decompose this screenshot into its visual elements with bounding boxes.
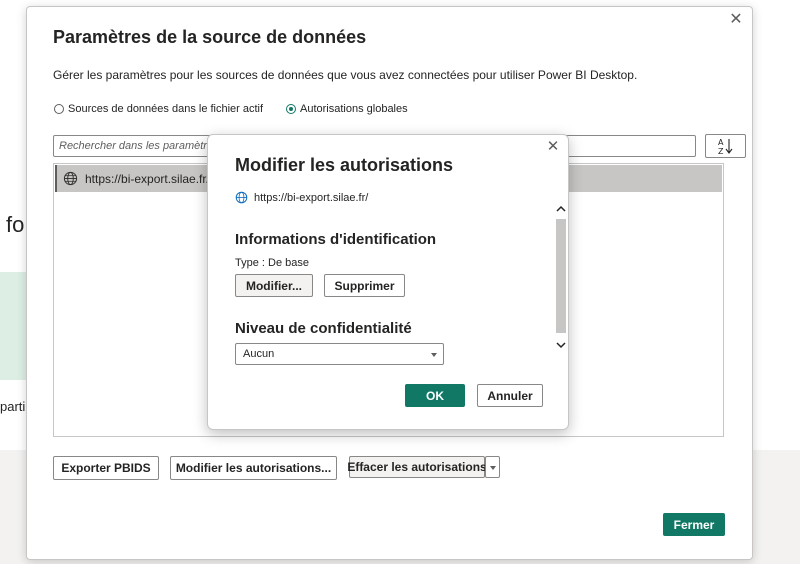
- scrollbar-thumb[interactable]: [556, 219, 566, 333]
- chevron-down-icon[interactable]: [555, 339, 567, 351]
- close-icon[interactable]: ✕: [727, 11, 745, 29]
- svg-text:Z: Z: [718, 147, 724, 156]
- radio-circle-selected-icon: [286, 104, 296, 114]
- edit-permissions-button[interactable]: Modifier les autorisations...: [170, 456, 337, 480]
- background-green-panel: [0, 272, 26, 380]
- modal-title: Modifier les autorisations: [235, 155, 454, 175]
- modal-url-text: https://bi-export.silae.fr/: [254, 191, 369, 204]
- chevron-down-icon: [431, 353, 437, 357]
- background-partial-text-2: parti: [0, 399, 26, 414]
- export-pbids-button[interactable]: Exporter PBIDS: [53, 456, 159, 480]
- radio-circle-icon: [54, 104, 64, 114]
- privacy-level-select[interactable]: Aucun: [235, 343, 444, 365]
- dialog-title: Paramètres de la source de données: [53, 27, 367, 47]
- dialog-description: Gérer les paramètres pour les sources de…: [53, 68, 638, 82]
- delete-credentials-button[interactable]: Supprimer: [324, 274, 405, 297]
- credential-type: Type : De base: [235, 257, 309, 269]
- radio-global-permissions[interactable]: Autorisations globales: [286, 103, 408, 115]
- close-icon[interactable]: ✕: [545, 139, 561, 155]
- edit-credentials-button[interactable]: Modifier...: [235, 274, 313, 297]
- credentials-heading: Informations d'identification: [235, 231, 437, 248]
- privacy-heading: Niveau de confidentialité: [235, 320, 412, 337]
- chevron-up-icon[interactable]: [555, 203, 567, 215]
- globe-icon: [235, 191, 248, 204]
- list-item-label: https://bi-export.silae.fr/: [85, 171, 210, 186]
- cancel-button[interactable]: Annuler: [477, 384, 543, 407]
- clear-permissions-dropdown[interactable]: [485, 456, 500, 478]
- modal-url: https://bi-export.silae.fr/: [235, 191, 368, 204]
- close-button[interactable]: Fermer: [663, 513, 725, 536]
- radio-current-file[interactable]: Sources de données dans le fichier actif: [54, 103, 263, 115]
- privacy-level-value: Aucun: [243, 348, 275, 360]
- svg-text:A: A: [718, 138, 724, 147]
- modal-scrollbar[interactable]: [554, 197, 568, 365]
- sort-az-icon: A Z: [718, 138, 733, 156]
- sort-button[interactable]: A Z: [705, 134, 746, 158]
- globe-icon: [63, 171, 78, 186]
- radio-label: Sources de données dans le fichier actif: [68, 103, 264, 115]
- ok-button[interactable]: OK: [405, 384, 465, 407]
- clear-permissions-button[interactable]: Effacer les autorisations: [347, 456, 487, 478]
- background-partial-text: fo: [6, 212, 25, 237]
- edit-permissions-modal: ✕ Modifier les autorisations https://bi-…: [207, 134, 569, 430]
- radio-label: Autorisations globales: [300, 103, 408, 115]
